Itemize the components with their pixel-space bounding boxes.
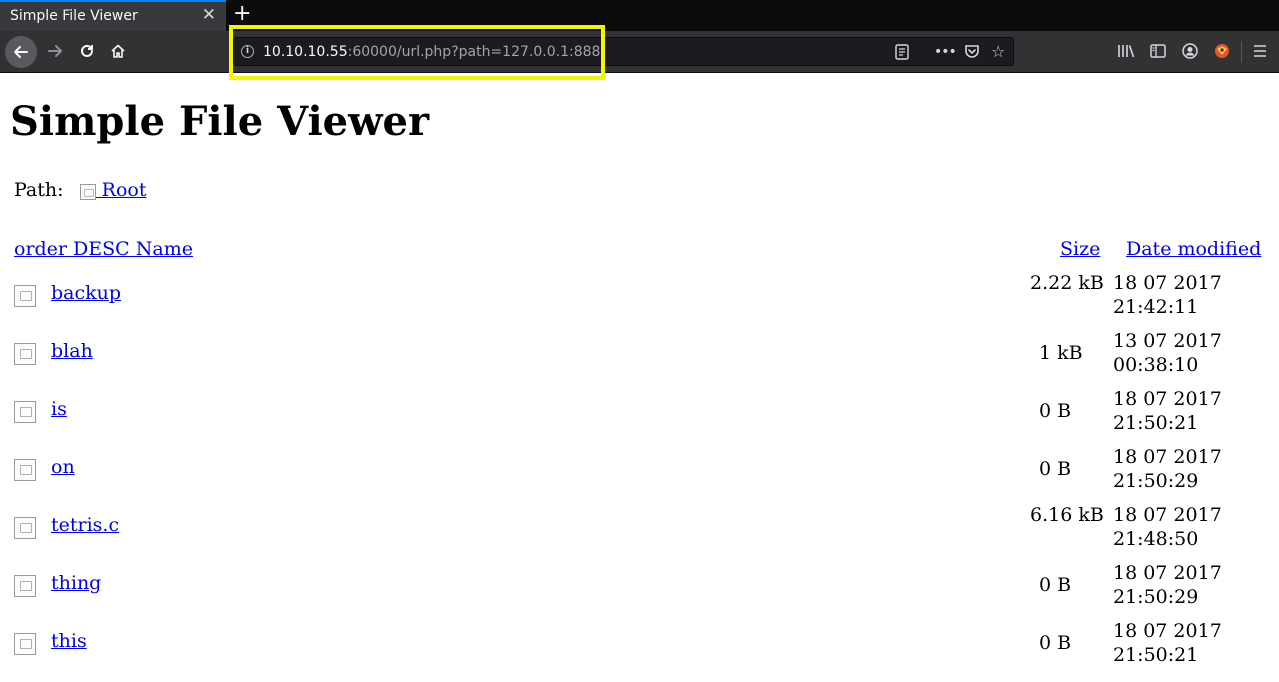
sort-date-link[interactable]: Date modified — [1126, 238, 1261, 260]
file-link[interactable]: tetris.c — [51, 514, 119, 536]
url-highlight-box — [229, 25, 605, 80]
file-date: 18 07 2017 21:50:29 — [1113, 446, 1222, 492]
close-icon[interactable]: ✕ — [202, 5, 216, 25]
new-tab-button[interactable]: + — [233, 2, 251, 26]
file-link[interactable]: is — [51, 398, 67, 420]
file-date: 18 07 2017 21:50:21 — [1113, 388, 1222, 434]
file-size: 0 B — [1039, 400, 1072, 422]
file-size: 0 B — [1039, 574, 1072, 596]
tab-bar: Simple File Viewer ✕ + — [0, 0, 1279, 31]
hamburger-menu-icon[interactable] — [1252, 39, 1268, 63]
file-row: on 0 B 18 07 2017 21:50:29 — [0, 445, 1279, 503]
root-link-label: Root — [101, 179, 147, 201]
forward-button[interactable] — [43, 39, 67, 63]
reader-view-icon[interactable] — [895, 38, 909, 65]
extension-icon[interactable] — [1213, 39, 1231, 63]
sidebar-icon[interactable] — [1150, 39, 1166, 63]
file-icon — [14, 401, 36, 423]
file-icon — [14, 517, 36, 539]
file-size: 2.22 kB — [1030, 272, 1104, 294]
file-row: tetris.c 6.16 kB 18 07 2017 21:48:50 — [0, 503, 1279, 561]
sort-name-link[interactable]: order DESC Name — [14, 238, 193, 260]
file-size: 1 kB — [1039, 342, 1083, 364]
root-link[interactable]: Root — [70, 179, 147, 201]
tab-simple-file-viewer[interactable]: Simple File Viewer ✕ — [0, 0, 226, 31]
home-button[interactable] — [106, 39, 130, 63]
pocket-icon[interactable] — [964, 38, 980, 65]
header-size-sort: Size — [1060, 238, 1100, 260]
file-link[interactable]: backup — [51, 282, 121, 304]
navigation-toolbar: i 10.10.10.55:60000/url.php?path=127.0.0… — [0, 31, 1279, 73]
toolbar-separator — [1241, 41, 1242, 63]
file-date: 18 07 2017 21:50:29 — [1113, 562, 1222, 608]
file-row: this 0 B 18 07 2017 21:50:21 — [0, 619, 1279, 677]
bookmark-star-icon[interactable]: ☆ — [991, 38, 1005, 65]
home-icon — [111, 44, 125, 58]
header-name-sort: order DESC Name — [14, 238, 193, 260]
file-icon — [14, 343, 36, 365]
file-row: is 0 B 18 07 2017 21:50:21 — [0, 387, 1279, 445]
file-size: 0 B — [1039, 458, 1072, 480]
file-row: thing 0 B 18 07 2017 21:50:29 — [0, 561, 1279, 619]
page-title: Simple File Viewer — [10, 98, 430, 145]
file-link[interactable]: blah — [51, 340, 93, 362]
file-date: 18 07 2017 21:48:50 — [1113, 504, 1222, 550]
broken-image-icon — [79, 184, 96, 200]
file-icon — [14, 285, 36, 307]
file-size: 6.16 kB — [1030, 504, 1104, 526]
library-icon[interactable] — [1117, 39, 1135, 63]
breadcrumb: Path: Root — [14, 179, 146, 201]
file-date: 13 07 2017 00:38:10 — [1113, 330, 1222, 376]
sort-size-link[interactable]: Size — [1060, 238, 1100, 260]
file-date: 18 07 2017 21:42:11 — [1113, 272, 1222, 318]
forward-arrow-icon — [48, 45, 62, 57]
back-arrow-icon — [14, 46, 28, 58]
file-date: 18 07 2017 21:50:21 — [1113, 620, 1222, 666]
file-icon — [14, 575, 36, 597]
more-icon[interactable]: ••• — [934, 38, 957, 65]
tab-title: Simple File Viewer — [10, 8, 138, 24]
file-row: backup 2.22 kB 18 07 2017 21:42:11 — [0, 271, 1279, 329]
file-size: 0 B — [1039, 632, 1072, 654]
file-icon — [14, 633, 36, 655]
back-button[interactable] — [5, 36, 37, 68]
file-link[interactable]: this — [51, 630, 87, 652]
file-row: blah 1 kB 13 07 2017 00:38:10 — [0, 329, 1279, 387]
reload-icon — [81, 44, 93, 57]
header-date-sort: Date modified — [1126, 238, 1261, 260]
account-icon[interactable] — [1182, 39, 1198, 63]
page-content: Simple File Viewer Path: Root order DESC… — [0, 73, 1279, 682]
reload-button[interactable] — [75, 39, 99, 63]
path-label: Path: — [14, 179, 64, 201]
file-link[interactable]: on — [51, 456, 75, 478]
file-icon — [14, 459, 36, 481]
file-link[interactable]: thing — [51, 572, 101, 594]
